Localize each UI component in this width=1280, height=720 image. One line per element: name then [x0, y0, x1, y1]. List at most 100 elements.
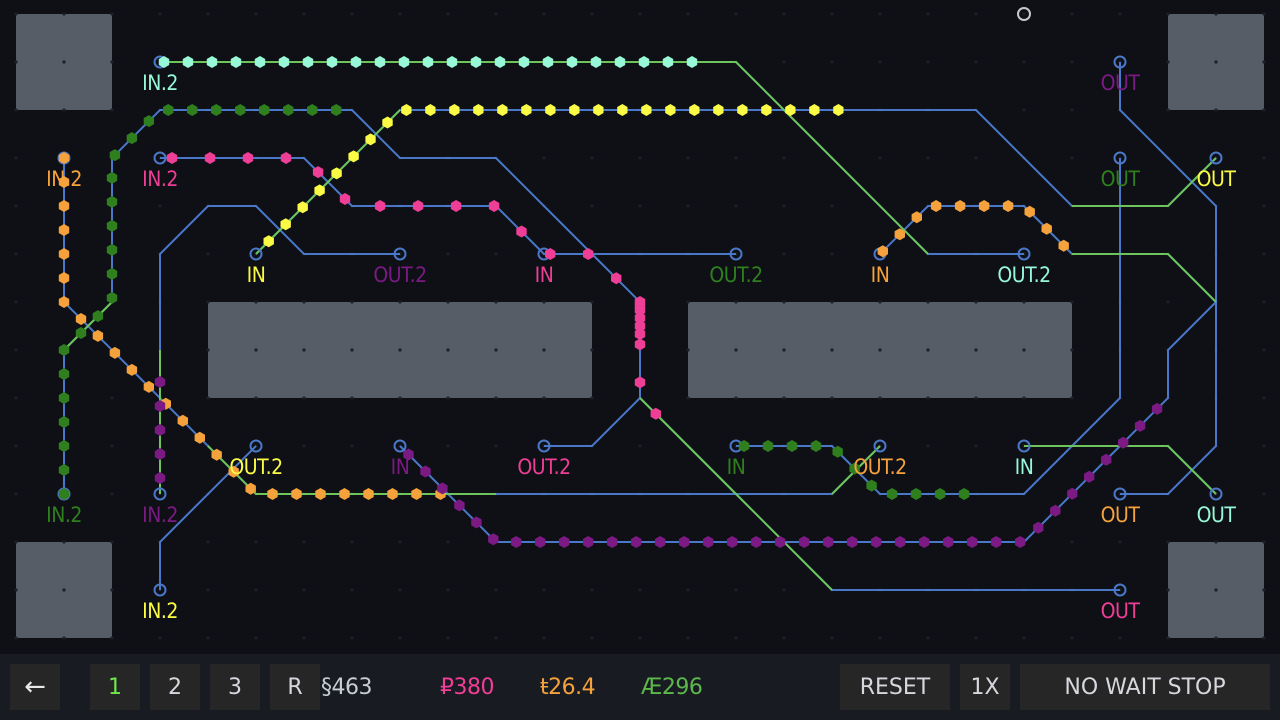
- grid-dot: [1022, 300, 1026, 304]
- grid-dot: [494, 348, 498, 352]
- grid-dot: [974, 12, 978, 16]
- track-segment: [160, 157, 1120, 591]
- grid-dot: [542, 156, 546, 160]
- train-car: [590, 56, 602, 68]
- grid-dot: [206, 300, 210, 304]
- train-car: [569, 104, 580, 116]
- grid-dot: [1262, 252, 1266, 256]
- train-car: [617, 104, 628, 116]
- grid-dot: [542, 588, 546, 592]
- train-car: [954, 200, 966, 212]
- grid-dot: [254, 348, 258, 352]
- level-button-1[interactable]: 1: [90, 664, 140, 710]
- active-track-segment: [1072, 157, 1217, 207]
- level-button-3[interactable]: 3: [210, 664, 260, 710]
- train-car: [106, 291, 118, 304]
- speed-button[interactable]: 1X: [960, 664, 1010, 710]
- track-layer[interactable]: [0, 0, 1280, 654]
- grid-dot: [302, 636, 306, 640]
- port-label: OUT.2: [709, 263, 763, 287]
- grid-dot: [1070, 12, 1074, 16]
- grid-dot: [926, 348, 930, 352]
- train-car: [106, 195, 118, 208]
- train-car: [58, 440, 70, 452]
- active-track-segment: [1024, 445, 1217, 495]
- train-car: [106, 243, 118, 256]
- train-car: [254, 56, 266, 68]
- grid-dot: [926, 636, 930, 640]
- train-car: [106, 219, 118, 232]
- grid-dot: [302, 540, 306, 544]
- train-car: [919, 536, 930, 548]
- train-car: [886, 488, 898, 500]
- grid-dot: [446, 396, 450, 400]
- grid-dot: [686, 156, 690, 160]
- train-car: [363, 488, 374, 500]
- train-car: [583, 248, 594, 260]
- train-car: [761, 104, 772, 116]
- train-car: [158, 56, 170, 68]
- mode-button[interactable]: NO WAIT STOP: [1020, 664, 1270, 710]
- timer-icon: [1017, 7, 1031, 21]
- grid-dot: [1214, 636, 1218, 640]
- train-car: [235, 104, 246, 116]
- grid-dot: [782, 348, 786, 352]
- port-label: OUT.2: [997, 263, 1051, 287]
- train-car: [307, 104, 318, 116]
- port-label: OUT: [1100, 71, 1140, 95]
- train-car: [58, 200, 70, 212]
- train-car: [833, 104, 844, 116]
- level-button-r[interactable]: R: [270, 664, 320, 710]
- grid-dot: [254, 540, 258, 544]
- grid-dot: [350, 540, 354, 544]
- train-car: [154, 424, 166, 436]
- grid-dot: [590, 396, 594, 400]
- port-label: IN.2: [142, 599, 178, 623]
- grid-dot: [1166, 588, 1170, 592]
- back-button[interactable]: ←: [10, 664, 60, 710]
- grid-dot: [1166, 300, 1170, 304]
- grid-dot: [974, 348, 978, 352]
- train-car: [662, 56, 674, 68]
- train-car: [545, 104, 556, 116]
- grid-dot: [878, 348, 882, 352]
- grid-dot: [446, 252, 450, 256]
- grid-dot: [1022, 60, 1026, 64]
- grid-dot: [1214, 108, 1218, 112]
- port-label: OUT.2: [517, 455, 571, 479]
- grid-dot: [686, 300, 690, 304]
- grid-dot: [926, 156, 930, 160]
- grid-dot: [206, 252, 210, 256]
- grid-dot: [302, 396, 306, 400]
- stat-pink: ₽380: [440, 674, 495, 700]
- train-car: [1015, 536, 1026, 548]
- game-board[interactable]: IN.2 IN.2 IN.2 IN OUT.2 IN OUT.2 IN OUT.2 OUT OUT O…: [0, 0, 1280, 654]
- train-car: [267, 488, 278, 500]
- active-track-segment: [1072, 253, 1217, 303]
- train-car: [785, 104, 796, 116]
- grid-dot: [542, 12, 546, 16]
- train-car: [291, 488, 302, 500]
- grid-dot: [110, 108, 114, 112]
- grid-dot: [158, 636, 162, 640]
- grid-dot: [686, 396, 690, 400]
- grid-dot: [1262, 540, 1266, 544]
- train-car: [106, 267, 118, 280]
- grid-dot: [734, 348, 738, 352]
- train-car: [411, 488, 422, 500]
- level-button-2[interactable]: 2: [150, 664, 200, 710]
- grid-dot: [110, 492, 114, 496]
- train-car: [315, 488, 326, 500]
- reset-button[interactable]: RESET: [840, 664, 950, 710]
- train-car: [967, 536, 978, 548]
- train-car: [559, 536, 570, 548]
- track-segment: [63, 158, 881, 495]
- grid-dot: [254, 12, 258, 16]
- grid-dot: [1070, 348, 1074, 352]
- track-segment: [544, 397, 641, 447]
- train-car: [910, 488, 922, 500]
- grid-dot: [62, 12, 66, 16]
- grid-dot: [1262, 492, 1266, 496]
- train-car: [583, 536, 594, 548]
- grid-dot: [350, 348, 354, 352]
